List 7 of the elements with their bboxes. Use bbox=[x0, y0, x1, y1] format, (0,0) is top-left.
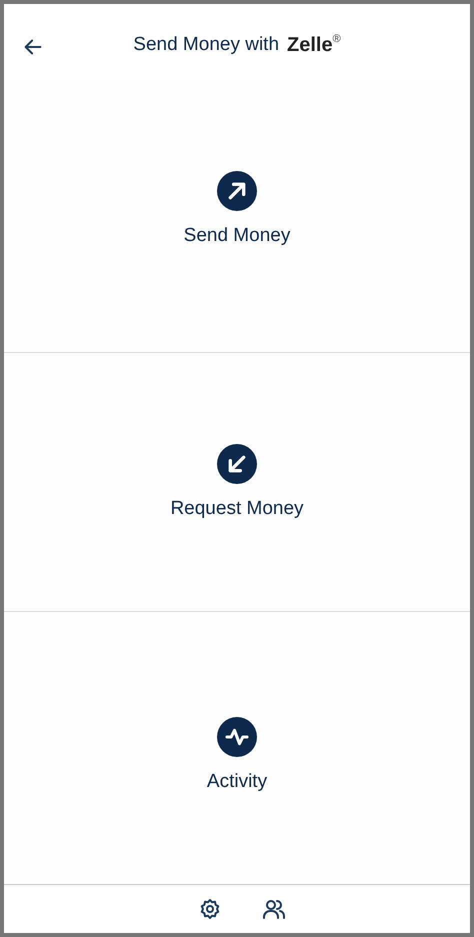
zelle-logo: Zelle$^{®}$ bbox=[287, 33, 341, 58]
people-icon[interactable] bbox=[262, 897, 286, 921]
arrow-up-right-icon bbox=[217, 171, 257, 211]
page-title: Send Money with bbox=[133, 32, 280, 57]
pulse-icon bbox=[217, 717, 257, 757]
arrow-down-left-icon bbox=[217, 444, 257, 484]
settings-icon[interactable] bbox=[198, 897, 222, 921]
